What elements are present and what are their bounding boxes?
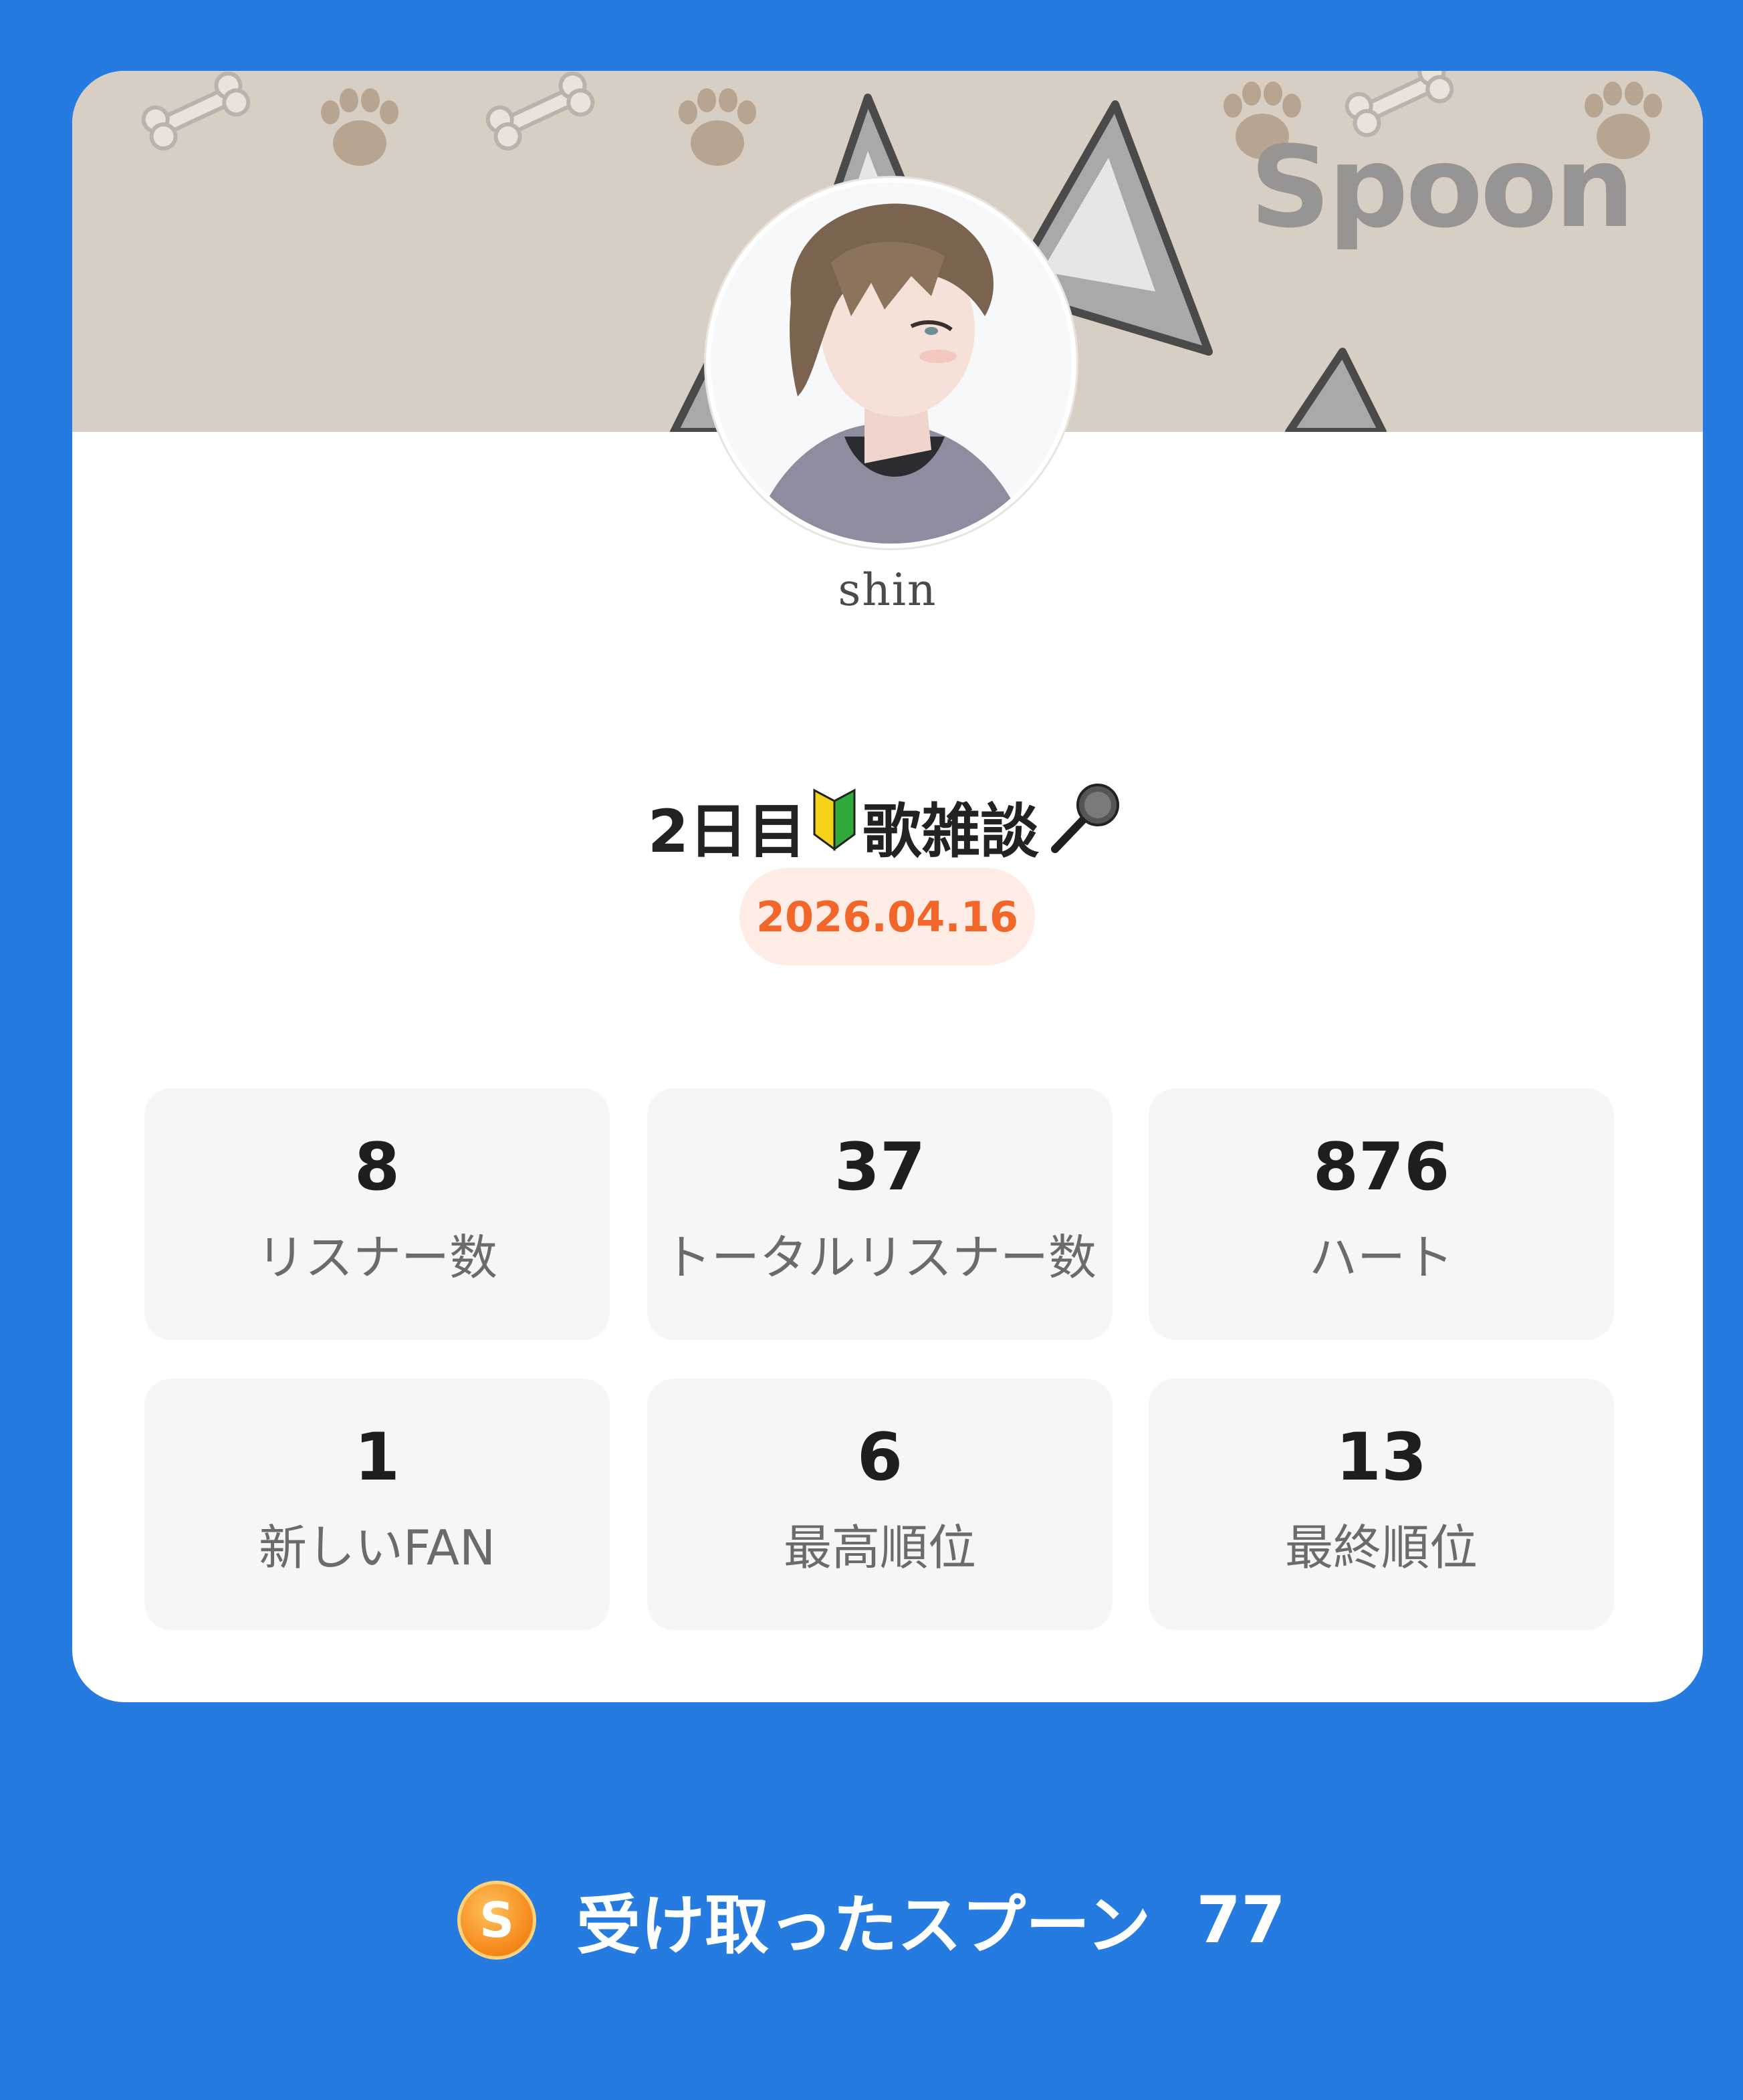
- stat-tile-new-fans: 1 新しいFAN: [144, 1379, 610, 1630]
- stat-label: 新しいFAN: [259, 1520, 495, 1576]
- broadcast-title: 2日目 歌雑談: [72, 780, 1703, 874]
- stat-tile-listeners: 8 リスナー数: [144, 1088, 610, 1340]
- broadcast-title-main: 歌雑談: [862, 797, 1040, 866]
- username: shin: [838, 564, 937, 616]
- stat-tile-highest-rank: 6 最高順位: [647, 1379, 1113, 1630]
- broadcast-title-prefix: 2日目: [647, 797, 807, 866]
- received-spoons-count: 77: [1196, 1882, 1286, 1958]
- stat-value: 876: [1312, 1129, 1450, 1205]
- stat-value: 13: [1335, 1419, 1427, 1496]
- stat-value: 1: [354, 1419, 400, 1496]
- broadcast-summary-card: Spoon shin 2日目 歌雑談 2026.04.16 8 リスナー数 37…: [72, 71, 1703, 1702]
- microphone-icon: [1043, 780, 1123, 874]
- stat-value: 6: [856, 1419, 903, 1496]
- stat-label: 最高順位: [783, 1520, 976, 1576]
- stat-tile-total-listeners: 37 トータルリスナー数: [647, 1088, 1113, 1340]
- stat-tile-final-rank: 13 最終順位: [1149, 1379, 1614, 1630]
- stat-label: 最終順位: [1284, 1520, 1478, 1576]
- avatar-illustration: [711, 183, 1072, 544]
- stat-label: トータルリスナー数: [663, 1230, 1096, 1286]
- beginner-mark-icon: [810, 788, 858, 866]
- stat-value: 37: [834, 1129, 926, 1205]
- broadcast-date-badge: 2026.04.16: [739, 868, 1035, 965]
- spoon-coin-icon: S: [457, 1880, 537, 1960]
- stat-tile-hearts: 876 ハート: [1149, 1088, 1614, 1340]
- received-spoons-label: 受け取ったスプーン: [576, 1888, 1151, 1963]
- avatar[interactable]: [706, 178, 1076, 548]
- stat-label: リスナー数: [256, 1230, 497, 1286]
- received-spoons-summary: S 受け取ったスプーン 77: [0, 1873, 1743, 1966]
- stat-label: ハート: [1308, 1230, 1454, 1286]
- stat-value: 8: [354, 1129, 400, 1205]
- page: Spoon shin 2日目 歌雑談 2026.04.16 8 リスナー数 37…: [0, 0, 1743, 2100]
- spoon-logo: Spoon: [1250, 122, 1635, 253]
